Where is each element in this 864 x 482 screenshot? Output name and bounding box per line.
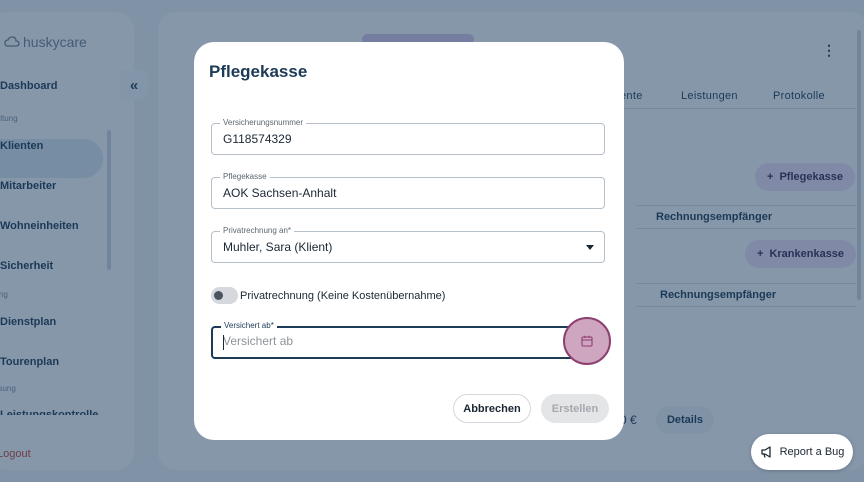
versicherungsnummer-label: Versicherungsnummer [220,117,307,129]
calendar-picker-button[interactable] [563,317,611,365]
report-bug-button[interactable]: Report a Bug [751,434,853,470]
report-bug-label: Report a Bug [779,446,845,458]
privatrechnung-toggle[interactable] [211,287,238,304]
versichert-ab-input[interactable] [223,334,543,348]
create-button[interactable]: Erstellen [541,394,609,423]
dropdown-arrow-icon[interactable] [586,245,594,250]
versicherungsnummer-value: G118574329 [223,132,292,146]
pflegekasse-label: Pflegekasse [220,171,270,183]
text-cursor [223,335,224,350]
pflegekasse-field[interactable]: Pflegekasse AOK Sachsen-Anhalt [211,171,605,209]
megaphone-icon [760,446,771,458]
toggle-knob [214,291,223,300]
versichert-ab-field[interactable]: Versichert ab* [211,320,605,359]
dialog-title: Pflegekasse [209,62,308,81]
calendar-icon [581,335,593,347]
pflegekasse-value: AOK Sachsen-Anhalt [223,186,337,200]
pflegekasse-dialog: Pflegekasse Versicherungsnummer G1185743… [194,42,624,440]
cancel-button[interactable]: Abbrechen [453,394,531,423]
privatrechnung-toggle-label: Privatrechnung (Keine Kostenübernahme) [240,290,446,302]
privatrechnung-an-label: Privatrechnung an* [220,225,295,237]
versichert-ab-label: Versichert ab* [221,320,277,332]
privatrechnung-an-value: Muhler, Sara (Klient) [223,240,333,254]
versicherungsnummer-field[interactable]: Versicherungsnummer G118574329 [211,117,605,155]
privatrechnung-an-select[interactable]: Privatrechnung an* Muhler, Sara (Klient) [211,225,605,263]
